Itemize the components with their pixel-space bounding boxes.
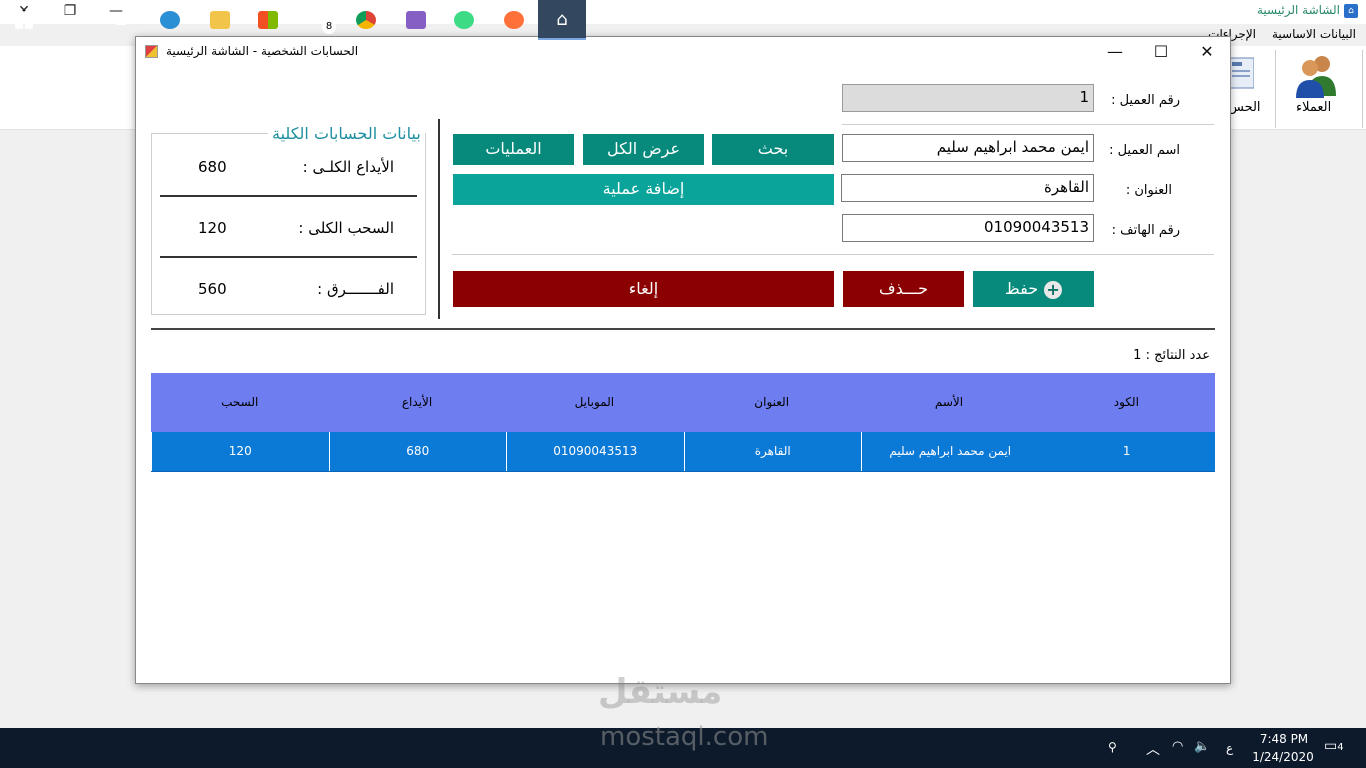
customer-name-field[interactable]: ايمن محمد ابراهيم سليم — [842, 134, 1094, 162]
grid-cell-code[interactable]: 1 — [1039, 432, 1216, 471]
phone-label: رقم الهاتف : — [1111, 223, 1180, 238]
android-studio-button[interactable] — [440, 0, 488, 40]
plus-icon: + — [1044, 280, 1063, 299]
window-title: الحسابات الشخصية - الشاشة الرئيسية — [166, 44, 359, 58]
visual-studio-icon — [406, 11, 426, 29]
task-view-icon: ⧉ — [113, 9, 127, 30]
grid-cell-deposit[interactable]: 680 — [328, 432, 507, 471]
firefox-icon — [504, 11, 524, 29]
window-maximize-button[interactable]: ☐ — [1138, 37, 1184, 67]
chevron-up-icon[interactable]: ︿ — [1146, 739, 1160, 759]
edge-button[interactable] — [146, 0, 194, 40]
wifi-icon[interactable]: ◠ — [1172, 739, 1183, 754]
parent-title: ⌂ الشاشة الرئيسية — [1257, 3, 1358, 18]
notification-icon: ▭ — [1324, 738, 1338, 754]
total-withdraw-label: السحب الكلى : — [298, 219, 394, 237]
operations-button[interactable]: العمليات — [453, 134, 574, 165]
search-button[interactable]: بحث — [712, 134, 834, 165]
save-label: حفظ — [1004, 279, 1039, 298]
grid-cell-address[interactable]: القاهرة — [683, 432, 862, 471]
address-field[interactable]: القاهرة — [841, 174, 1094, 202]
total-deposit-value: 680 — [198, 158, 227, 176]
android-studio-icon — [454, 11, 474, 29]
customers-icon — [1296, 56, 1336, 98]
form-divider — [842, 124, 1214, 125]
phone-field[interactable]: 01090043513 — [842, 214, 1094, 242]
grid-cell-name[interactable]: ايمن محمد ابراهيم سليم — [861, 432, 1039, 471]
parent-title-text: الشاشة الرئيسية — [1257, 3, 1340, 17]
windows-icon — [15, 11, 33, 29]
store-icon — [258, 11, 278, 29]
people-icon[interactable]: ⚲ — [1108, 740, 1117, 754]
section-separator — [151, 328, 1215, 330]
results-count: عدد النتائج : 1 — [1133, 348, 1210, 363]
app-icon — [145, 45, 158, 58]
visual-studio-button[interactable] — [392, 0, 440, 40]
difference-label: الفـــــــرق : — [317, 280, 394, 298]
folder-icon — [210, 11, 230, 29]
search-icon: ⌕ — [66, 9, 78, 30]
grid-header-address[interactable]: العنوان — [683, 373, 860, 432]
total-withdraw-value: 120 — [198, 219, 227, 237]
toolbar-accounts-label: الحس — [1228, 100, 1261, 115]
grid-header-mobile[interactable]: الموبايل — [506, 373, 683, 432]
window-close-button[interactable]: ✕ — [1184, 37, 1230, 67]
clock-date[interactable]: 1/24/2020 — [1250, 750, 1316, 764]
total-deposit-label: الأيداع الكلـى : — [302, 158, 394, 176]
save-button[interactable]: + حفظ — [973, 271, 1094, 307]
grid-header-deposit[interactable]: الأيداع — [328, 373, 505, 432]
toolbar-customers-button[interactable]: العملاء — [1292, 52, 1344, 124]
home-icon: ⌂ — [556, 9, 568, 30]
summary-title: بيانات الحسابات الكلية — [268, 124, 425, 143]
accounts-window: الحسابات الشخصية - الشاشة الرئيسية — ☐ ✕… — [135, 36, 1231, 684]
search-button-taskbar[interactable]: ⌕ — [48, 0, 96, 40]
start-button[interactable] — [0, 0, 48, 40]
explorer-button[interactable] — [196, 0, 244, 40]
customer-id-label: رقم العميل : — [1111, 93, 1180, 108]
clock-time[interactable]: 7:48 PM — [1254, 732, 1314, 746]
address-label: العنوان : — [1125, 183, 1172, 198]
grid-header-code[interactable]: الكود — [1038, 373, 1215, 432]
grid-header-withdraw[interactable]: السحب — [151, 373, 328, 432]
delete-button[interactable]: حـــذف — [843, 271, 964, 307]
mail-button[interactable]: ✉ 8 — [294, 0, 342, 40]
volume-icon[interactable]: 🔈 — [1194, 739, 1210, 754]
add-operation-button[interactable]: إضافة عملية — [453, 174, 834, 205]
grid-header-name[interactable]: الأسم — [860, 373, 1037, 432]
menu-basic-data[interactable]: البيانات الاساسية — [1272, 27, 1356, 41]
summary-divider — [160, 195, 417, 197]
customer-id-field[interactable]: 1 — [842, 84, 1094, 112]
watermark-logo: مستقل — [598, 672, 723, 712]
edge-icon — [160, 11, 180, 29]
task-view-button[interactable]: ⧉ — [96, 0, 144, 40]
language-indicator[interactable]: ع — [1226, 741, 1233, 755]
panel-separator — [438, 119, 440, 319]
watermark-url: mostaql.com — [600, 722, 769, 752]
chrome-icon — [356, 11, 376, 29]
difference-value: 560 — [198, 280, 227, 298]
grid-cell-withdraw[interactable]: 120 — [151, 432, 329, 471]
notifications-button[interactable]: ▭4 — [1324, 738, 1344, 754]
form-divider — [452, 254, 1214, 255]
chrome-button[interactable] — [342, 0, 390, 40]
toolbar-divider — [1275, 50, 1276, 128]
results-grid: الكود الأسم العنوان الموبايل الأيداع الس… — [151, 373, 1215, 472]
mail-badge: 8 — [322, 20, 336, 34]
show-all-button[interactable]: عرض الكل — [583, 134, 704, 165]
cancel-button[interactable]: إلغاء — [453, 271, 834, 307]
table-row[interactable]: 1 ايمن محمد ابراهيم سليم القاهرة 0109004… — [151, 432, 1215, 472]
grid-header: الكود الأسم العنوان الموبايل الأيداع الس… — [151, 373, 1215, 432]
toolbar-customers-label: العملاء — [1296, 100, 1332, 115]
window-minimize-button[interactable]: — — [1092, 37, 1138, 67]
home-icon: ⌂ — [1344, 3, 1358, 18]
app-taskbar-button[interactable]: ⌂ — [538, 0, 586, 40]
summary-divider — [160, 256, 417, 258]
toolbar-divider — [1362, 50, 1363, 128]
grid-cell-mobile[interactable]: 01090043513 — [506, 432, 684, 471]
notification-count: 4 — [1337, 742, 1344, 753]
customer-name-label: اسم العميل : — [1109, 143, 1180, 158]
firefox-button[interactable] — [490, 0, 538, 40]
store-button[interactable] — [244, 0, 292, 40]
